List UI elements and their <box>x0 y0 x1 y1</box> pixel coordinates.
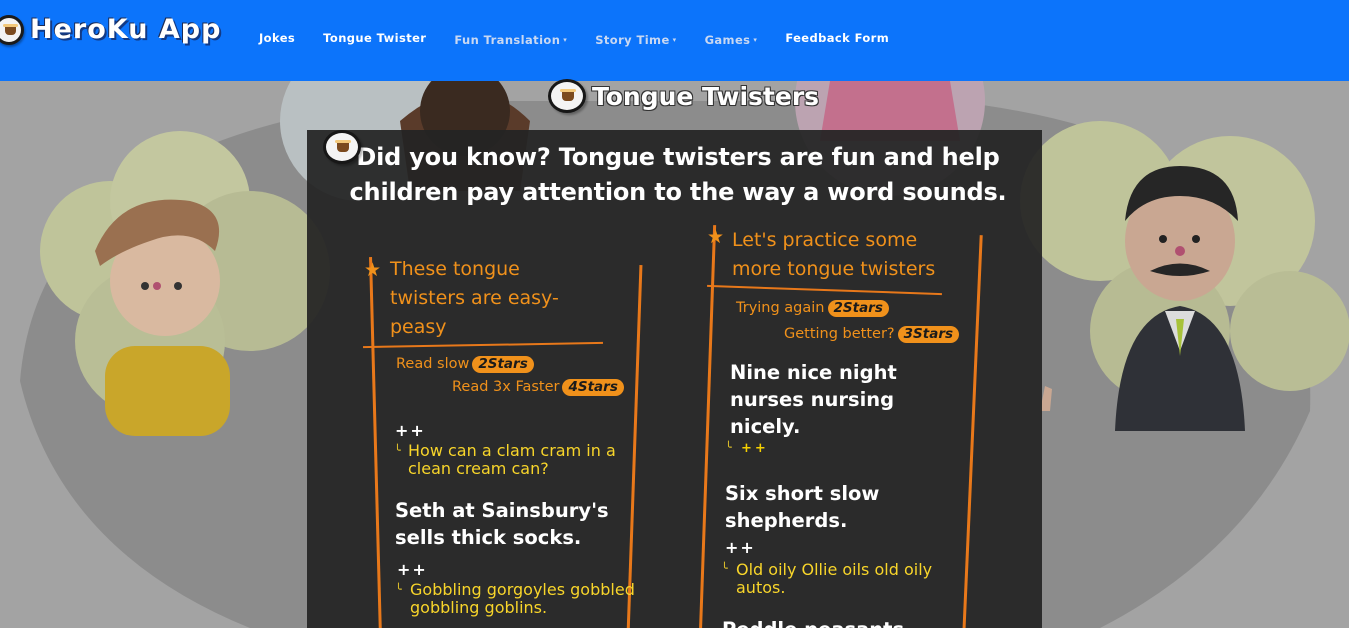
hook-icon: ╰ <box>725 441 732 454</box>
level-getting-better: Getting better? 3Stars <box>784 326 960 343</box>
coffee-cup-logo-icon <box>0 14 24 45</box>
nav-story-time-label: Story Time <box>595 33 670 47</box>
stars-badge: 4Stars <box>562 379 624 396</box>
twister-six-short-slow: Six short slow shepherds. <box>725 482 880 532</box>
nav-jokes-label: Jokes <box>259 31 296 45</box>
coffee-cup-icon <box>548 79 586 113</box>
level-label: Trying again <box>736 300 825 316</box>
right-column-title: Let's practice some more tongue twisters <box>732 229 936 280</box>
twister-gobbling-gorgoyles: Gobbling gorgoyles gobbled gobbling gobl… <box>410 580 635 617</box>
left-column-divider-right <box>626 265 643 628</box>
twister-nine-nice-night: Nine nice night nurses nursing nicely. <box>730 361 897 438</box>
nav-fun-translation-dropdown[interactable]: Fun Translation ▾ <box>454 33 567 47</box>
nav-jokes[interactable]: Jokes <box>259 31 295 47</box>
brand-name: HeroKu App <box>30 14 222 45</box>
stars-badge: 3Stars <box>897 326 960 343</box>
star-icon: ★ <box>364 259 382 281</box>
right-column-underline <box>707 284 942 296</box>
nav-feedback-form-label: Feedback Form <box>785 31 890 45</box>
level-trying-again: Trying again 2Stars <box>736 300 889 317</box>
plus-marker: ++ <box>397 560 428 579</box>
level-read-slow: Read slow 2Stars <box>396 356 534 373</box>
did-you-know-heading: Did you know? Tongue twisters are fun an… <box>349 143 1007 206</box>
page-title: Tongue Twisters <box>548 79 819 113</box>
nav-fun-translation-label: Fun Translation <box>454 33 561 47</box>
page-title-text: Tongue Twisters <box>592 81 820 111</box>
left-column-divider-left <box>369 257 382 628</box>
caret-down-icon: ▾ <box>563 36 568 44</box>
nav-games-dropdown[interactable]: Games ▾ <box>705 33 758 47</box>
card-header: Did you know? Tongue twisters are fun an… <box>323 130 1033 210</box>
caret-down-icon: ▾ <box>672 36 677 44</box>
stars-badge: 2Stars <box>827 300 889 317</box>
star-icon: ★ <box>707 226 725 248</box>
nav-feedback-form[interactable]: Feedback Form <box>785 31 889 47</box>
nav-links: Jokes Tongue Twister Fun Translation ▾ St… <box>259 31 917 47</box>
brand-link[interactable]: HeroKu App <box>0 14 221 45</box>
nav-tongue-twister-label: Tongue Twister <box>323 31 427 45</box>
twister-seth-sainsbury: Seth at Sainsbury's sells thick socks. <box>395 499 609 549</box>
plus-marker: ++ <box>741 441 769 456</box>
hook-icon: ╰ <box>394 444 401 457</box>
nav-games-label: Games <box>704 33 751 47</box>
level-label: Getting better? <box>784 326 895 342</box>
top-navbar: HeroKu App Jokes Tongue Twister Fun Tran… <box>0 0 1349 81</box>
stars-badge: 2Stars <box>472 356 534 373</box>
hook-icon: ╰ <box>721 562 728 575</box>
twister-clam-cram: How can a clam cram in a clean cream can… <box>408 441 616 478</box>
coffee-cup-icon <box>323 130 361 164</box>
plus-marker: ++ <box>725 538 756 557</box>
tongue-twister-card: Did you know? Tongue twisters are fun an… <box>307 130 1042 628</box>
twister-cutoff: Peddle peasants <box>722 616 942 628</box>
plus-marker: ++ <box>395 421 426 440</box>
right-column-divider-right <box>962 235 983 628</box>
nav-story-time-dropdown[interactable]: Story Time ▾ <box>595 33 676 47</box>
nav-tongue-twister[interactable]: Tongue Twister <box>323 31 426 47</box>
level-read-faster: Read 3x Faster 4Stars <box>452 379 624 396</box>
left-column-title: These tongue twisters are easy-peasy <box>390 258 559 338</box>
level-label: Read slow <box>396 356 470 372</box>
left-column-underline <box>363 341 603 349</box>
level-label: Read 3x Faster <box>452 379 560 395</box>
twister-old-oily-ollie: Old oily Ollie oils old oily autos. <box>736 560 933 597</box>
hook-icon: ╰ <box>395 583 402 596</box>
caret-down-icon: ▾ <box>753 36 758 44</box>
